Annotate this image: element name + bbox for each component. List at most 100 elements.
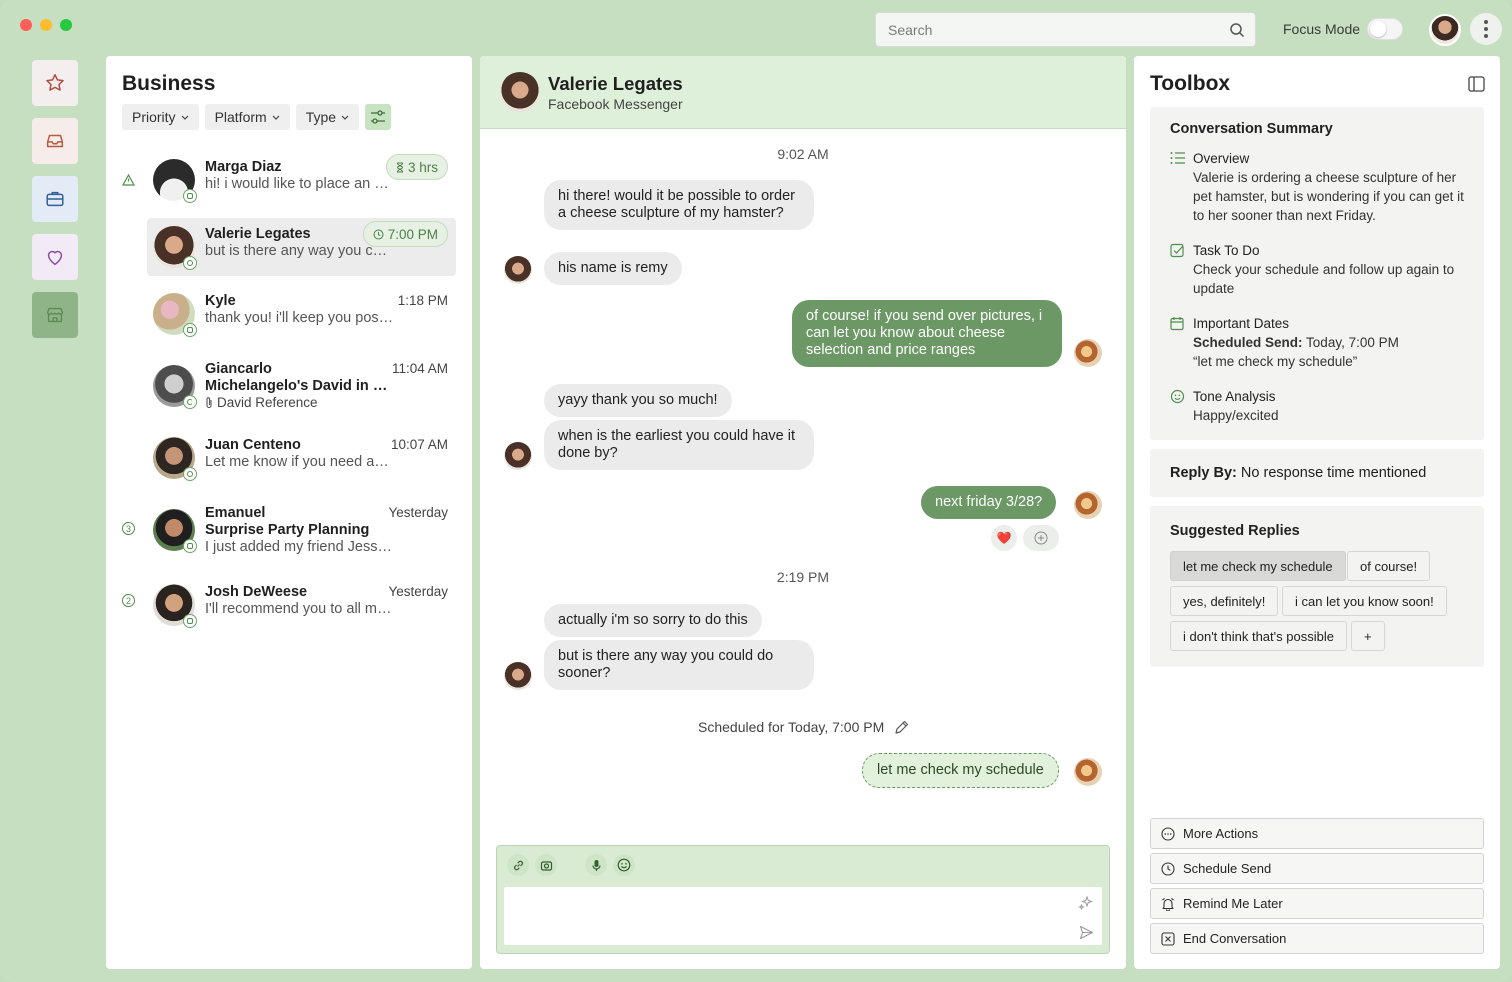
rail-favorites[interactable]	[32, 60, 78, 106]
search-bar	[875, 12, 1256, 47]
outgoing-message: of course! if you send over pictures, i …	[792, 300, 1062, 367]
wait-time-text: 3 hrs	[407, 159, 438, 175]
suggested-reply-chip[interactable]: i don't think that's possible	[1170, 621, 1347, 651]
incoming-message: yayy thank you so much!	[544, 384, 732, 417]
heart-icon	[47, 250, 63, 266]
search-input[interactable]	[888, 21, 1229, 38]
conversation-item[interactable]: Marga Diaz hi! i would like to place an …	[147, 151, 456, 209]
window-controls	[20, 19, 72, 31]
contact-name: Marga Diaz	[205, 159, 282, 175]
conversation-list-panel: Business Priority Platform Type 3 2 Marg…	[106, 56, 472, 969]
conversation-item[interactable]: Juan Centeno Let me know if you need any…	[147, 429, 456, 487]
tone-text: Happy/excited	[1193, 408, 1279, 423]
hourglass-icon	[396, 162, 403, 172]
suggested-reply-chip[interactable]: let me check my schedule	[1170, 551, 1346, 581]
calendar-icon	[1170, 317, 1184, 331]
search-icon[interactable]	[1229, 22, 1245, 38]
suggested-reply-chip[interactable]: of course!	[1347, 551, 1431, 581]
incoming-message: actually i'm so sorry to do this	[544, 604, 762, 637]
my-avatar	[1074, 339, 1102, 367]
chevron-down-icon	[181, 115, 188, 120]
filter-platform[interactable]: Platform	[204, 104, 290, 130]
conversation-item-active[interactable]: Valerie Legates but is there any way you…	[147, 218, 456, 276]
incoming-message: but is there any way you could do sooner…	[544, 640, 814, 690]
camera-icon	[540, 860, 552, 871]
sliders-icon	[371, 110, 386, 124]
filter-bar: Priority Platform Type	[122, 104, 392, 130]
summary-title: Conversation Summary	[1170, 121, 1333, 137]
conversation-item[interactable]: Kyle thank you! i'll keep you posted on …	[147, 285, 456, 343]
dates-label: Important Dates	[1193, 316, 1290, 331]
category-rail	[32, 60, 78, 350]
edit-pencil-icon[interactable]	[894, 720, 909, 735]
task-label: Task To Do	[1193, 243, 1260, 258]
scheduled-message[interactable]: let me check my schedule	[862, 753, 1059, 788]
action-label: Schedule Send	[1183, 861, 1272, 876]
filter-priority[interactable]: Priority	[122, 104, 199, 130]
message-time: 11:04 AM	[391, 361, 448, 376]
inbox-icon	[46, 134, 64, 148]
heart-reaction[interactable]: ❤️	[991, 525, 1017, 551]
chat-panel: Valerie Legates Facebook Messenger 9:02 …	[480, 56, 1126, 969]
rail-business[interactable]	[32, 176, 78, 222]
chat-header: Valerie Legates Facebook Messenger	[480, 56, 1126, 129]
voice-button[interactable]	[585, 854, 607, 876]
overview-label: Overview	[1193, 151, 1250, 166]
add-reply-chip[interactable]: +	[1351, 621, 1385, 651]
message-time: Yesterday	[388, 505, 448, 520]
briefcase-icon	[46, 191, 64, 207]
scheduled-note: Scheduled for Today, 7:00 PM	[698, 719, 909, 735]
clock-icon	[1161, 861, 1175, 876]
add-reaction-button[interactable]	[1023, 525, 1059, 551]
user-avatar[interactable]	[1429, 14, 1461, 46]
filter-label: Type	[305, 109, 337, 125]
suggested-reply-chip[interactable]: yes, definitely!	[1170, 586, 1279, 616]
tone-label: Tone Analysis	[1193, 389, 1276, 404]
dates-key: Scheduled Send:	[1193, 335, 1303, 350]
contact-avatar[interactable]	[500, 72, 540, 112]
more-options-button[interactable]	[1470, 13, 1502, 45]
wait-time-pill: 3 hrs	[385, 154, 448, 180]
scheduled-note-text: Scheduled for Today, 7:00 PM	[698, 719, 885, 735]
conversation-item[interactable]: Emanuel Surprise Party Planning I just a…	[147, 499, 456, 563]
schedule-send-button[interactable]: Schedule Send	[1150, 853, 1484, 884]
suggested-reply-chip[interactable]: i can let you know soon!	[1282, 586, 1447, 616]
focus-mode-toggle[interactable]	[1367, 18, 1403, 40]
emoji-button[interactable]	[613, 854, 635, 876]
message-preview: Let me know if you need anything	[205, 454, 395, 470]
focus-mode-label: Focus Mode	[1283, 21, 1361, 37]
sidebar-toggle-icon[interactable]	[1468, 76, 1485, 92]
filter-settings-button[interactable]	[365, 104, 392, 130]
task-text: Check your schedule and follow up again …	[1193, 262, 1455, 296]
outgoing-message: next friday 3/28?	[921, 486, 1057, 519]
attach-link-button[interactable]	[507, 854, 529, 876]
incoming-message: when is the earliest you could have it d…	[544, 420, 814, 470]
list-title: Business	[122, 72, 216, 95]
send-icon[interactable]	[1079, 925, 1094, 940]
scheduled-time-pill: 7:00 PM	[362, 221, 448, 247]
plus-circle-icon	[1034, 531, 1048, 545]
close-window-button[interactable]	[20, 19, 32, 31]
filter-type[interactable]: Type	[295, 104, 360, 130]
action-label: Remind Me Later	[1183, 896, 1283, 911]
instagram-icon	[183, 539, 197, 553]
more-actions-button[interactable]: More Actions	[1150, 818, 1484, 849]
rail-inbox[interactable]	[32, 118, 78, 164]
remind-me-later-button[interactable]: Remind Me Later	[1150, 888, 1484, 919]
maximize-window-button[interactable]	[60, 19, 72, 31]
contact-name: Juan Centeno	[205, 437, 301, 453]
rail-shop[interactable]	[32, 292, 78, 338]
conversation-item[interactable]: Josh DeWeese I'll recommend you to all m…	[147, 576, 456, 634]
conversation-item[interactable]: Giancarlo Michelangelo's David in Gouda …	[147, 355, 456, 419]
contact-name: Kyle	[205, 293, 236, 309]
scheduled-time-text: 7:00 PM	[387, 226, 438, 242]
chevron-down-icon	[272, 115, 280, 120]
unread-count-badge: 3	[122, 522, 135, 535]
rail-personal[interactable]	[32, 234, 78, 280]
end-conversation-button[interactable]: End Conversation	[1150, 923, 1484, 954]
camera-button[interactable]	[535, 854, 557, 876]
minimize-window-button[interactable]	[40, 19, 52, 31]
message-input[interactable]	[512, 893, 1072, 939]
chevron-down-icon	[341, 115, 349, 120]
sparkle-ai-icon[interactable]	[1078, 895, 1094, 911]
